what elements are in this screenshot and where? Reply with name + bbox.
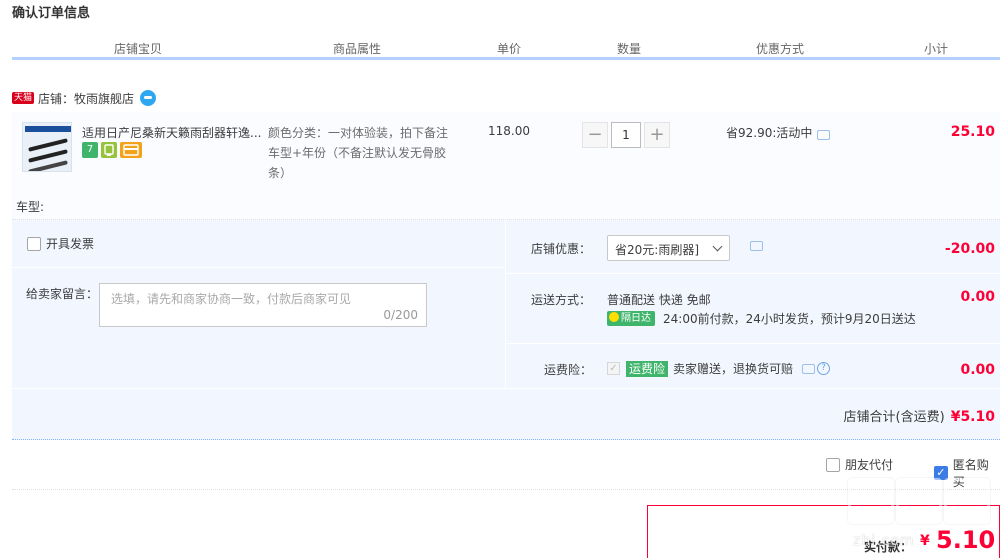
shop-discount-select[interactable]: 省20元:雨刷器] [607, 235, 730, 261]
quantity-stepper: − 1 + [582, 122, 670, 148]
col-unit-price: 单价 [497, 42, 522, 56]
col-subtotal: 小计 [924, 42, 949, 56]
watermark-text: zhi.com [853, 533, 915, 549]
invoice-option[interactable]: 开具发票 [27, 235, 94, 252]
shipping-detail: 24:00前付款，24小时发货，预计9月20日送达 [663, 312, 916, 326]
col-attributes: 商品属性 [333, 42, 382, 56]
shop-discount-value: 省20元:雨刷器] [615, 243, 699, 257]
quantity-decrease-button[interactable]: − [582, 122, 608, 148]
seller-message-input[interactable]: 选填，请先和商家协商一致，付款后商家可见 0/200 [99, 283, 427, 327]
friend-pay-label: 朋友代付 [845, 458, 894, 472]
col-discount: 优惠方式 [756, 42, 805, 56]
seven-day-return-icon[interactable]: 7 [82, 142, 98, 158]
chevron-down-icon [712, 241, 723, 252]
shipping-label: 运送方式： [531, 293, 592, 307]
lightning-icon [609, 312, 619, 322]
service-badges: 7 [82, 142, 142, 158]
insurance-chat-icon[interactable] [802, 363, 816, 374]
next-day-tag: 隔日达 [607, 311, 655, 326]
car-type-label: 车型: [16, 200, 45, 214]
watermark-logo [848, 478, 990, 524]
promotion-detail-icon[interactable] [817, 129, 831, 140]
friend-pay-checkbox[interactable] [826, 457, 840, 472]
promotion-info: 省92.90:活动中 [726, 124, 831, 141]
insurance-tag: 运费险 [626, 360, 669, 377]
payment-currency: ¥ [920, 533, 930, 549]
seller-message-counter: 0/200 [383, 308, 418, 322]
page-title: 确认订单信息 [12, 6, 91, 21]
seller-message-label: 给卖家留言： [26, 287, 99, 301]
payment-value: 5.10 [936, 526, 996, 554]
shop-total: 店铺合计(含运费) ¥5.10 [844, 406, 995, 425]
item-subtotal: 25.10 [950, 124, 995, 140]
invoice-checkbox[interactable] [27, 236, 41, 251]
quantity-input[interactable]: 1 [611, 122, 641, 148]
col-quantity: 数量 [617, 42, 642, 56]
product-sku: 颜色分类：一对体验装，拍下备注车型+年份（不备注默认发无骨胶条） [268, 126, 449, 180]
shipping-method: 普通配送 快递 免邮 [607, 293, 711, 307]
order-options-panel: 开具发票 给卖家留言： 选填，请先和商家协商一致，付款后商家可见 0/200 店… [12, 220, 1000, 440]
promotion-text: 省92.90:活动中 [726, 126, 813, 140]
shop-name[interactable]: 店铺：牧雨旗舰店 [38, 90, 134, 107]
order-table-header: 店铺宝贝 商品属性 单价 数量 优惠方式 小计 [12, 36, 1000, 60]
friend-pay-option[interactable]: 朋友代付 [826, 456, 893, 473]
insurance-option: ✓ 运费险 卖家赠送，退换货可赔 ? [607, 360, 831, 377]
quantity-increase-button[interactable]: + [644, 122, 670, 148]
seller-message-placeholder: 选填，请先和商家协商一致，付款后商家可见 [111, 292, 352, 306]
product-title-link[interactable]: 适用日产尼桑新天籁雨刮器轩逸... [82, 124, 264, 141]
product-thumbnail[interactable] [22, 122, 72, 172]
insurance-label: 运费险： [544, 363, 593, 377]
insurance-checkbox: ✓ [607, 362, 620, 375]
insurance-detail: 卖家赠送，退换货可赔 [673, 362, 794, 376]
tmall-badge: 天猫 [12, 92, 35, 104]
guarantee-icon[interactable] [101, 142, 117, 158]
insurance-amount: 0.00 [960, 362, 995, 378]
wangwang-chat-icon[interactable] [140, 90, 157, 106]
shipping-eta: 隔日达 24:00前付款，24小时发货，预计9月20日送达 [607, 310, 916, 327]
shop-total-value: ¥5.10 [950, 409, 995, 425]
col-shop-item: 店铺宝贝 [114, 42, 163, 56]
shop-row: 天猫 店铺：牧雨旗舰店 [12, 89, 157, 107]
shop-discount-label: 店铺优惠： [531, 242, 592, 256]
shop-discount-amount: -20.00 [944, 241, 995, 257]
order-item-row: 适用日产尼桑新天籁雨刮器轩逸... 7 颜色分类：一对体验装，拍下备注车型+年份… [12, 112, 1000, 220]
help-icon[interactable]: ? [817, 362, 831, 375]
shop-total-label: 店铺合计(含运费) [843, 410, 945, 425]
unit-price: 118.00 [488, 124, 530, 138]
discount-info-icon[interactable] [750, 241, 763, 251]
shipping-amount: 0.00 [960, 289, 995, 305]
credit-card-icon[interactable] [120, 142, 142, 158]
invoice-label: 开具发票 [46, 237, 95, 251]
